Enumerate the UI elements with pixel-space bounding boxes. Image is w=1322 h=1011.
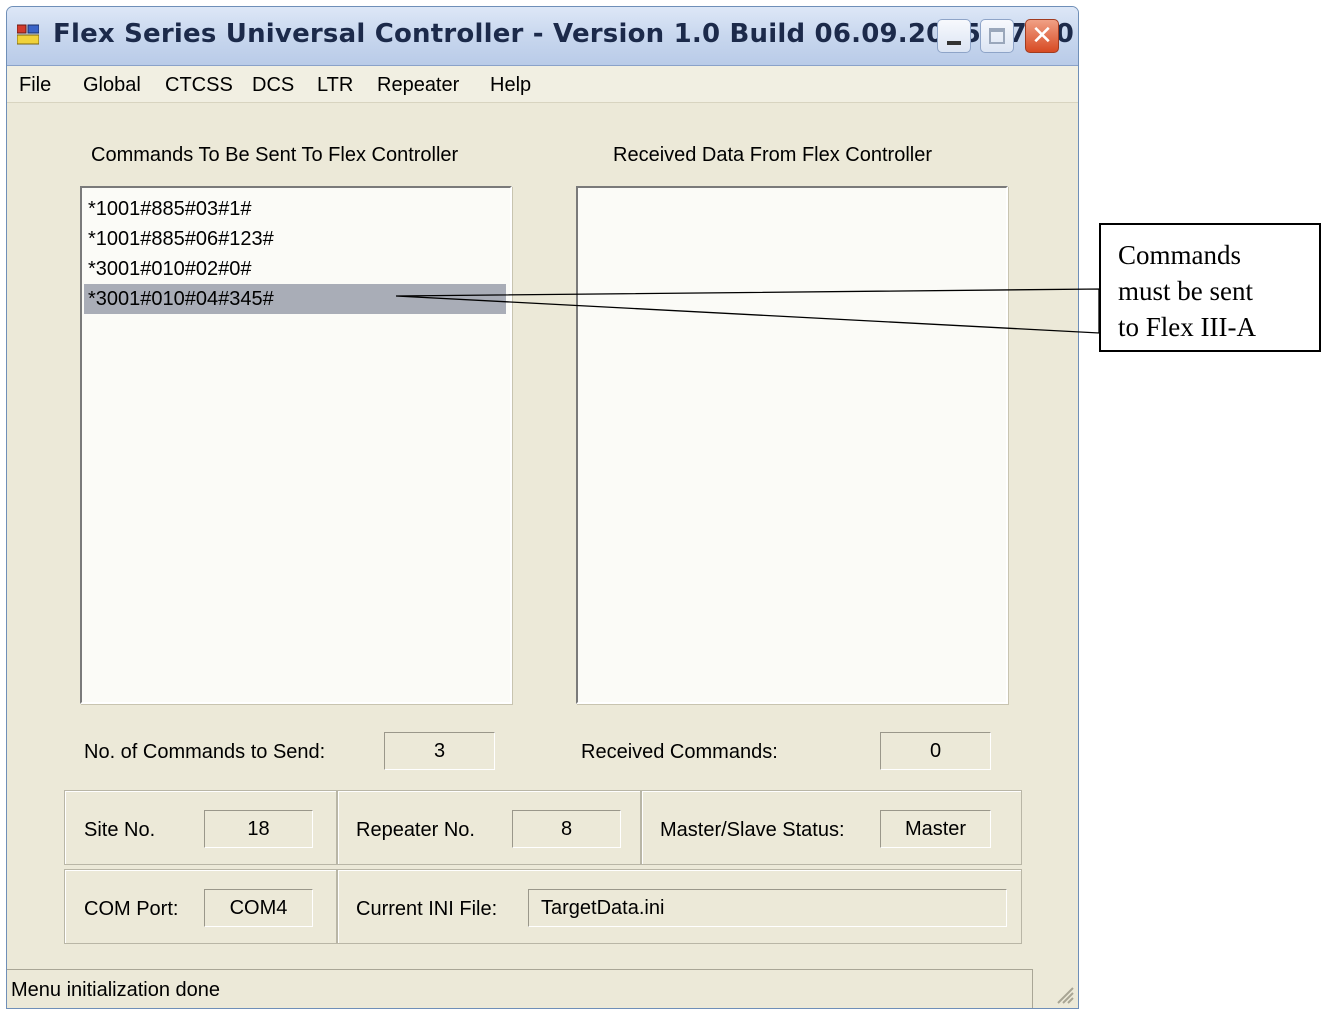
minimize-button[interactable]	[937, 19, 971, 53]
site-field: 18	[204, 810, 313, 848]
com-port-label: COM Port:	[84, 898, 179, 920]
site-label: Site No.	[84, 819, 156, 841]
list-item[interactable]: *1001#885#06#123#	[84, 224, 506, 254]
application-window: Flex Series Universal Controller - Versi…	[6, 6, 1079, 1009]
send-command-list[interactable]: *1001#885#03#1# *1001#885#06#123# *3001#…	[80, 186, 512, 704]
ini-file-label: Current INI File:	[356, 898, 498, 920]
close-button[interactable]: ✕	[1025, 19, 1059, 53]
title-bar[interactable]: Flex Series Universal Controller - Versi…	[7, 7, 1078, 66]
send-count-label: No. of Commands to Send:	[84, 741, 326, 763]
send-panel-label: Commands To Be Sent To Flex Controller	[91, 144, 459, 166]
send-count-field: 3	[384, 732, 495, 770]
ini-file-field: TargetData.ini	[528, 889, 1007, 927]
menu-global[interactable]: Global	[83, 74, 141, 97]
close-icon: ✕	[1031, 21, 1053, 51]
menu-ctcss[interactable]: CTCSS	[165, 74, 233, 97]
received-data-list[interactable]	[576, 186, 1008, 704]
menu-file[interactable]: File	[19, 74, 51, 97]
maximize-icon	[989, 28, 1005, 44]
app-icon	[17, 24, 39, 45]
minimize-icon	[947, 41, 961, 45]
receive-panel-label: Received Data From Flex Controller	[613, 144, 932, 166]
maximize-button[interactable]	[980, 19, 1014, 53]
repeater-field: 8	[512, 810, 621, 848]
callout-line-3: to Flex III-A	[1118, 312, 1256, 342]
status-bar: Menu initialization done	[7, 969, 1033, 1008]
resize-grip-icon[interactable]	[1052, 982, 1074, 1004]
repeater-label: Repeater No.	[356, 819, 475, 841]
menu-help[interactable]: Help	[490, 74, 531, 97]
list-item-selected[interactable]: *3001#010#04#345#	[84, 284, 506, 314]
received-count-field: 0	[880, 732, 991, 770]
list-item[interactable]: *3001#010#02#0#	[84, 254, 506, 284]
com-port-field: COM4	[204, 889, 313, 927]
menu-bar: File Global CTCSS DCS LTR Repeater Help	[7, 66, 1078, 103]
list-item[interactable]: *1001#885#03#1#	[84, 194, 506, 224]
annotation-callout: Commands must be sent to Flex III-A	[1099, 223, 1321, 352]
master-slave-field: Master	[880, 810, 991, 848]
window-title: Flex Series Universal Controller - Versi…	[53, 19, 1075, 49]
menu-ltr[interactable]: LTR	[317, 74, 353, 97]
menu-dcs[interactable]: DCS	[252, 74, 294, 97]
received-count-label: Received Commands:	[581, 741, 778, 763]
callout-line-2: must be sent	[1118, 276, 1253, 306]
status-label: Master/Slave Status:	[660, 819, 845, 841]
menu-repeater[interactable]: Repeater	[377, 74, 459, 97]
callout-line-1: Commands	[1118, 240, 1242, 270]
